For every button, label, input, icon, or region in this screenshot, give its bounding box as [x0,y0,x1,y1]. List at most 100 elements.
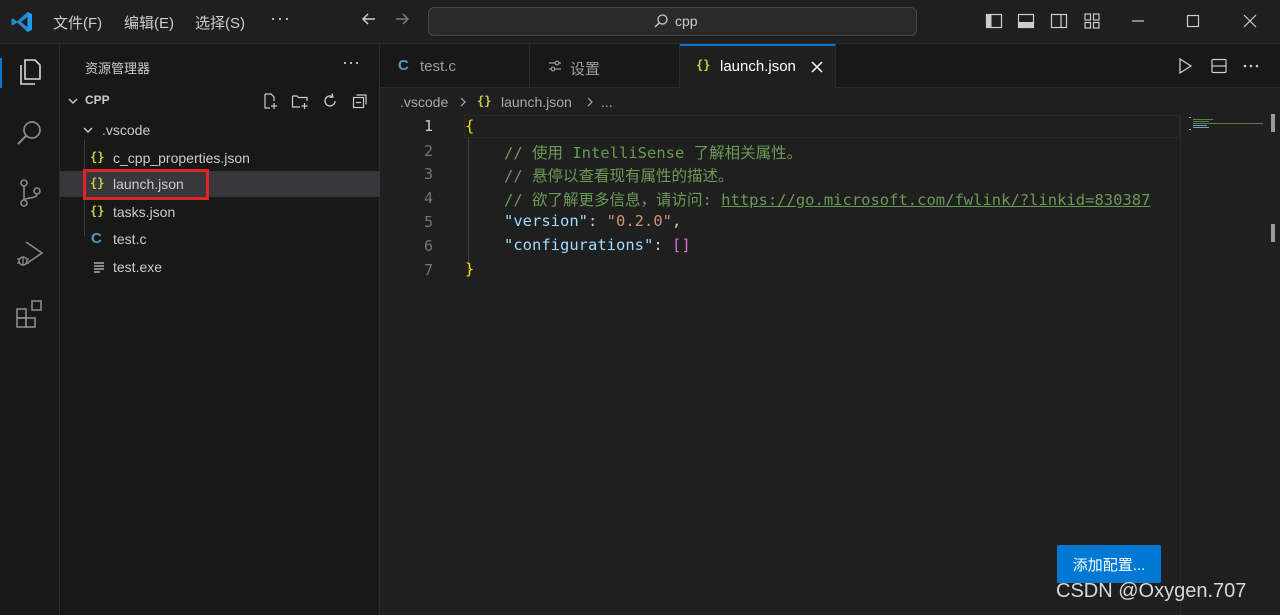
back-arrow-icon[interactable] [360,10,378,28]
breadcrumb-file[interactable]: launch.json [501,94,572,110]
minimap[interactable] [1180,114,1280,615]
explorer-title: 资源管理器 [85,61,151,76]
scrollbar-marker [1271,224,1275,242]
collapse-all-icon[interactable] [351,92,369,110]
folder-label: CPP [85,93,110,107]
explorer-sidebar: 资源管理器 ··· CPP .vscode {} c_cpp_propertie… [60,44,380,615]
minimap-preview [1189,117,1263,130]
search-view-icon[interactable] [14,117,46,149]
file-item-test-exe[interactable]: test.exe [60,254,380,280]
json-icon: {} [477,94,492,108]
toggle-secondary-sidebar-icon[interactable] [1050,12,1068,30]
code-line-7: } [465,260,474,278]
json-icon: {} [90,150,105,164]
forward-arrow-icon[interactable] [393,10,411,28]
toggle-panel-icon[interactable] [1017,12,1035,30]
json-brace-open: { [465,117,475,135]
file-lines-icon [94,262,104,273]
close-window-icon[interactable] [1237,8,1263,34]
comment-text: // 悬停以查看现有属性的描述。 [504,167,734,185]
split-editor-icon[interactable] [1210,57,1228,75]
code-line-5: "version": "0.2.0", [504,212,682,230]
menu-more-button[interactable]: ··· [270,8,291,29]
breadcrumb-more[interactable]: ... [601,94,613,110]
indent-guide [468,138,469,278]
file-item-c-cpp-properties[interactable]: {} c_cpp_properties.json [60,145,380,171]
settings-sliders-icon [549,60,561,72]
code-editor[interactable]: 1 2 3 4 5 6 7 { // 使用 IntelliSense 了解相关属… [380,114,1180,615]
line-number: 3 [423,165,433,183]
maximize-icon[interactable] [1180,8,1206,34]
c-file-icon: C [398,57,409,74]
tab-label: test.c [420,58,456,75]
json-value-configurations: [] [671,236,691,254]
search-icon [654,14,668,28]
folder-vscode[interactable]: .vscode [60,117,380,143]
chevron-right-icon [460,97,466,107]
json-key-configurations: "configurations" [504,236,654,254]
line-number: 7 [423,261,433,279]
file-label: test.c [113,231,147,247]
json-icon: {} [90,204,105,218]
c-file-icon: C [91,230,102,247]
comment-link[interactable]: https://go.microsoft.com/fwlink/?linkid=… [721,191,1150,209]
line-number: 6 [423,237,433,255]
code-line-3: // 悬停以查看现有属性的描述。 [504,164,734,186]
current-line-highlight [464,115,1180,138]
line-number: 5 [423,213,433,231]
tab-label: launch.json [720,58,796,75]
file-label: test.exe [113,259,163,275]
json-key-version: "version" [504,212,588,230]
file-item-tasks-json[interactable]: {} tasks.json [60,199,380,225]
json-brace-close: } [465,260,475,278]
new-folder-icon[interactable] [291,92,309,110]
menu-file[interactable]: 文件(F) [53,12,102,33]
run-debug-icon[interactable] [14,238,46,270]
vscode-logo-icon [11,12,32,32]
close-tab-icon[interactable] [809,59,825,75]
extensions-icon[interactable] [14,298,46,330]
explorer-files-icon[interactable] [14,56,46,88]
tab-test-c[interactable]: C test.c [380,44,530,88]
comment-text: // 欲了解更多信息，请访问: [504,191,722,209]
menu-selection[interactable]: 选择(S) [195,12,245,33]
customize-layout-icon[interactable] [1083,12,1101,30]
search-text: cpp [675,13,698,29]
breadcrumb: .vscode {} launch.json ... [380,88,1280,114]
title-bar: 文件(F) 编辑(E) 选择(S) ··· cpp [0,0,1280,44]
explorer-more-button[interactable]: ··· [342,52,360,73]
chevron-down-icon [83,127,93,133]
source-control-icon[interactable] [14,177,46,209]
active-indicator [0,58,2,88]
file-label: c_cpp_properties.json [113,150,250,166]
toggle-primary-sidebar-icon[interactable] [985,12,1003,30]
tab-launch-json[interactable]: {} launch.json [680,44,836,88]
file-label: tasks.json [113,204,176,220]
breadcrumb-folder[interactable]: .vscode [400,94,448,110]
tab-label: 设置 [570,61,601,78]
add-configuration-button[interactable]: 添加配置... [1057,545,1161,583]
minimize-icon[interactable] [1125,8,1151,34]
more-actions-icon[interactable] [1242,57,1260,75]
code-line-4: // 欲了解更多信息，请访问: https://go.microsoft.com… [504,188,1150,210]
line-number: 1 [423,117,433,135]
new-file-icon[interactable] [261,92,279,110]
folder-cpp[interactable]: CPP [60,90,380,112]
line-number: 4 [423,189,433,207]
comment-text: // 使用 IntelliSense 了解相关属性。 [504,144,803,162]
menu-edit[interactable]: 编辑(E) [124,12,174,33]
run-icon[interactable] [1176,57,1194,75]
file-item-test-c[interactable]: C test.c [60,226,380,252]
line-number: 2 [423,142,433,160]
scrollbar-thumb[interactable] [1271,114,1275,132]
json-icon: {} [696,58,711,72]
folder-label: .vscode [102,122,151,138]
code-line-1: { [465,117,474,135]
refresh-icon[interactable] [321,92,339,110]
command-center-search[interactable]: cpp [428,7,917,36]
vertical-scrollbar[interactable] [1267,114,1280,615]
watermark-text: CSDN @Oxygen.707 [1056,580,1247,602]
annotation-highlight-box [83,169,209,200]
json-value-version: "0.2.0" [606,212,672,230]
tab-settings[interactable]: 设置 [530,44,680,88]
